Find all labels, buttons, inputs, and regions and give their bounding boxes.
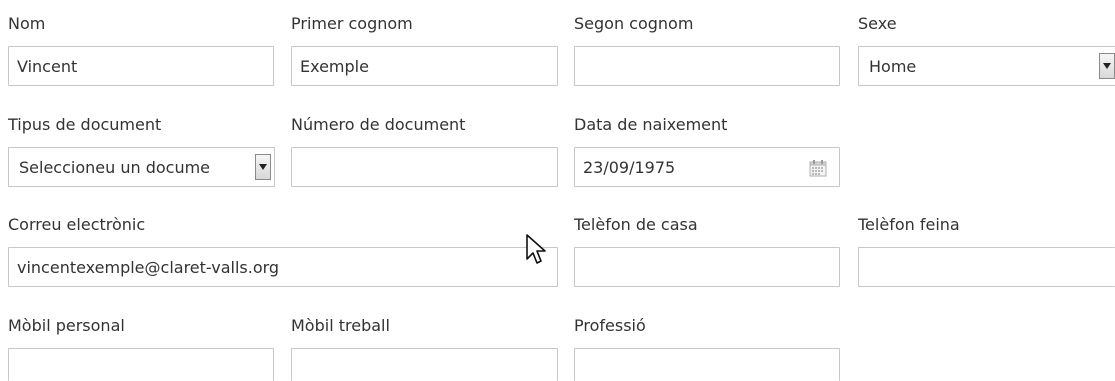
primer-cognom-label: Primer cognom bbox=[291, 14, 413, 33]
nom-input[interactable]: Vincent bbox=[8, 46, 274, 86]
telefon-feina-input[interactable] bbox=[858, 247, 1115, 287]
data-naixement-value: 23/09/1975 bbox=[583, 157, 676, 177]
mobil-treball-input[interactable] bbox=[291, 348, 558, 381]
segon-cognom-input[interactable] bbox=[574, 46, 840, 86]
personal-data-form: Nom Vincent Primer cognom Exemple Segon … bbox=[0, 0, 1115, 381]
telefon-feina-field: Telèfon feina bbox=[858, 215, 1115, 295]
professio-field: Professió bbox=[574, 316, 842, 381]
segon-cognom-field: Segon cognom bbox=[574, 14, 842, 94]
nom-label: Nom bbox=[8, 14, 46, 33]
primer-cognom-input[interactable]: Exemple bbox=[291, 46, 558, 86]
tipus-document-select-value: Seleccioneu un docume bbox=[19, 157, 211, 177]
segon-cognom-label: Segon cognom bbox=[574, 14, 694, 33]
data-naixement-field: Data de naixement 23/09/1975 bbox=[574, 115, 842, 195]
telefon-casa-field: Telèfon de casa bbox=[574, 215, 842, 295]
mobil-personal-field: Mòbil personal bbox=[8, 316, 276, 381]
mobil-personal-input[interactable] bbox=[8, 348, 274, 381]
sexe-select-value: Home bbox=[869, 56, 917, 76]
correu-field: Correu electrònic vincentexemple@claret-… bbox=[8, 215, 559, 295]
mobil-treball-field: Mòbil treball bbox=[291, 316, 559, 381]
sexe-select[interactable]: Home bbox=[858, 46, 1115, 86]
tipus-document-label: Tipus de document bbox=[8, 115, 162, 134]
data-naixement-input[interactable]: 23/09/1975 bbox=[574, 147, 840, 187]
tipus-document-select[interactable]: Seleccioneu un docume bbox=[8, 147, 275, 187]
mobil-treball-label: Mòbil treball bbox=[291, 316, 390, 335]
numero-document-input[interactable] bbox=[291, 147, 558, 187]
data-naixement-label: Data de naixement bbox=[574, 115, 728, 134]
professio-input[interactable] bbox=[574, 348, 840, 381]
nom-field: Nom Vincent bbox=[8, 14, 276, 94]
professio-label: Professió bbox=[574, 316, 646, 335]
triangle-down-icon[interactable] bbox=[1099, 53, 1115, 79]
telefon-casa-input[interactable] bbox=[574, 247, 840, 287]
numero-document-label: Número de document bbox=[291, 115, 466, 134]
mobil-personal-label: Mòbil personal bbox=[8, 316, 125, 335]
correu-label: Correu electrònic bbox=[8, 215, 146, 234]
telefon-casa-label: Telèfon de casa bbox=[574, 215, 698, 234]
primer-cognom-value: Exemple bbox=[300, 56, 369, 76]
email-value: vincentexemple@claret-valls.org bbox=[17, 257, 280, 277]
calendar-icon[interactable] bbox=[809, 159, 827, 177]
sexe-label: Sexe bbox=[858, 14, 897, 33]
sexe-field: Sexe Home bbox=[858, 14, 1115, 94]
email-field[interactable]: vincentexemple@claret-valls.org bbox=[8, 247, 558, 287]
mouse-pointer-icon bbox=[525, 233, 547, 267]
numero-document-field: Número de document bbox=[291, 115, 559, 195]
triangle-down-icon[interactable] bbox=[255, 154, 271, 180]
primer-cognom-field: Primer cognom Exemple bbox=[291, 14, 559, 94]
nom-value: Vincent bbox=[17, 56, 78, 76]
tipus-document-field: Tipus de document Seleccioneu un docume bbox=[8, 115, 276, 195]
telefon-feina-label: Telèfon feina bbox=[858, 215, 960, 234]
